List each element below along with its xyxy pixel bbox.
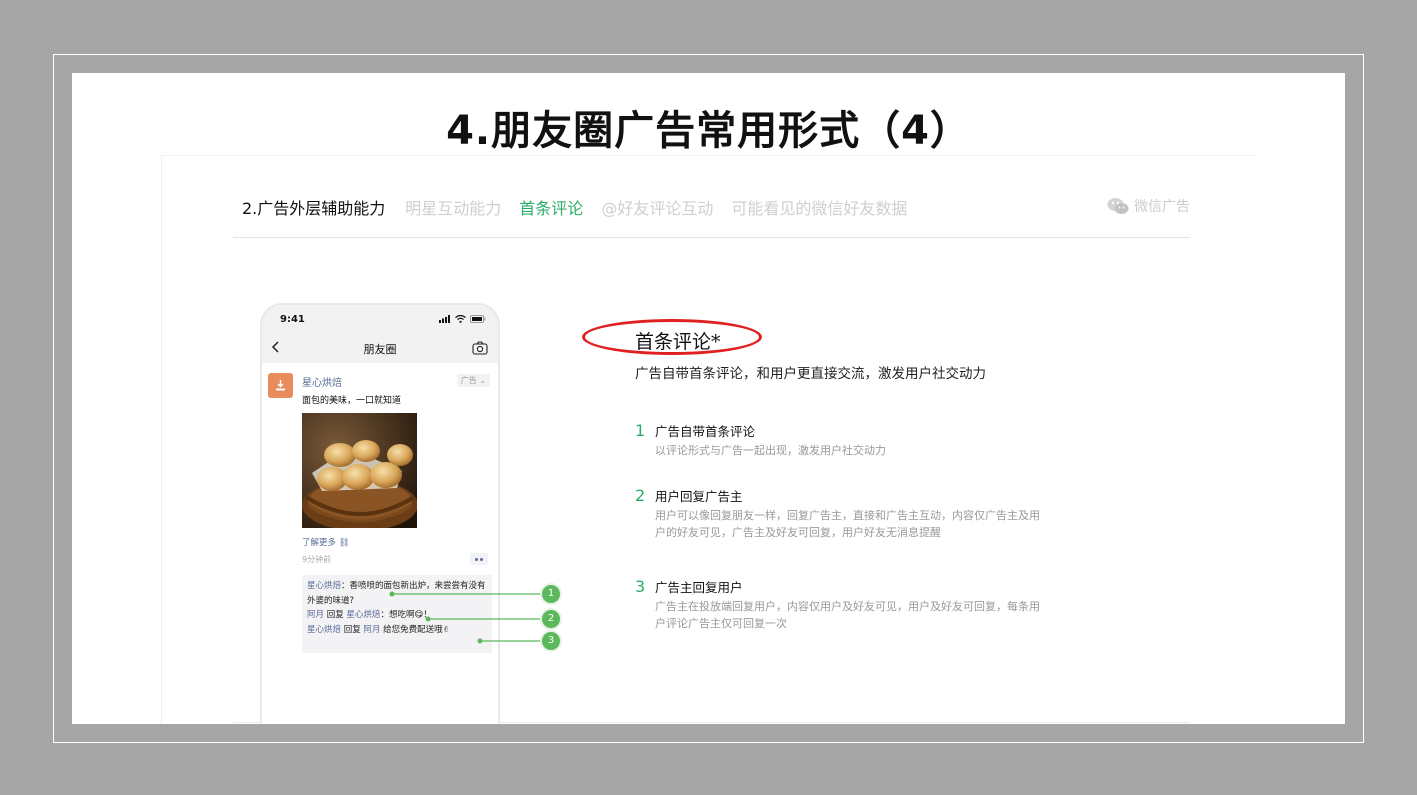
point-title: 广告自带首条评论 bbox=[655, 424, 756, 439]
signal-icon bbox=[439, 315, 450, 323]
tab-divider bbox=[233, 237, 1190, 238]
point-title: 用户回复广告主 bbox=[655, 489, 743, 504]
wifi-icon bbox=[455, 315, 466, 323]
tab-mention-friend-comment[interactable]: @好友评论互动 bbox=[601, 195, 713, 219]
slide-title: 4.朋友圈广告常用形式（4） bbox=[446, 108, 971, 154]
point-number: 2 bbox=[635, 486, 646, 505]
brand-label: 微信广告 bbox=[1134, 199, 1190, 215]
comment-2[interactable]: 阿月 回复 星心烘焙：想吃啊😋！ bbox=[307, 608, 487, 623]
comment-author[interactable]: 星心烘焙 bbox=[307, 581, 341, 591]
comment-1[interactable]: 星心烘焙：香喷喷的面包新出炉，来尝尝有没有外婆的味道? bbox=[307, 579, 487, 608]
tab-first-comment[interactable]: 首条评论 bbox=[519, 195, 583, 219]
callout-1: 1 bbox=[542, 585, 560, 603]
tab-friend-data[interactable]: 可能看见的微信好友数据 bbox=[731, 195, 907, 219]
reply-target[interactable]: 阿月 bbox=[363, 625, 380, 635]
tab-celebrity-interaction[interactable]: 明星互动能力 bbox=[405, 195, 501, 219]
link-icon: ⛓ bbox=[338, 538, 350, 548]
feature-heading: 首条评论* bbox=[582, 319, 766, 359]
wechat-logo-icon bbox=[1107, 198, 1129, 214]
point-description: 用户可以像回复朋友一样，回复广告主，直接和广告主互动，内容仅广告主及用户的好友可… bbox=[655, 509, 1040, 539]
content-panel: 2.广告外层辅助能力 明星互动能力 首条评论 @好友评论互动 可能看见的微信好友… bbox=[161, 155, 1258, 724]
bread-photo bbox=[302, 413, 417, 528]
comment-author[interactable]: 星心烘焙 bbox=[307, 625, 341, 635]
callout-2: 2 bbox=[542, 610, 560, 628]
avatar[interactable] bbox=[268, 373, 293, 398]
nav-title: 朋友圈 bbox=[363, 343, 397, 356]
nav-bar: 朋友圈 bbox=[262, 333, 498, 363]
moments-feed: 星心烘焙 广告 ⌄ 面包的美味，一口就知道 了解更多 ⛓ 9分钟前 星心烘焙：香… bbox=[262, 363, 498, 724]
point-number: 3 bbox=[635, 577, 646, 596]
reply-word: 回复 bbox=[324, 610, 347, 620]
ad-tag[interactable]: 广告 ⌄ bbox=[456, 374, 490, 387]
reply-target[interactable]: 星心烘焙 bbox=[346, 610, 380, 620]
wechat-ads-brand: 微信广告 bbox=[1107, 196, 1190, 216]
phone-mockup: 9:41 朋友圈 星心烘焙 广告 ⌄ 面包的美味，一口就知道 了解更多 ⛓ 9分… bbox=[260, 303, 500, 724]
tab-bar: 2.广告外层辅助能力 明星互动能力 首条评论 @好友评论互动 可能看见的微信好友… bbox=[242, 194, 925, 220]
callout-3: 3 bbox=[542, 632, 560, 650]
learn-more-label: 了解更多 bbox=[302, 538, 337, 548]
camera-icon[interactable] bbox=[472, 341, 488, 355]
status-icons bbox=[439, 315, 486, 323]
slide: 4.朋友圈广告常用形式（4） 2.广告外层辅助能力 明星互动能力 首条评论 @好… bbox=[72, 73, 1345, 724]
feature-title: 首条评论* bbox=[635, 331, 721, 353]
comment-text: ：想吃啊😋！ bbox=[380, 610, 432, 620]
comments-box: 星心烘焙：香喷喷的面包新出炉，来尝尝有没有外婆的味道? 阿月 回复 星心烘焙：想… bbox=[302, 575, 492, 653]
post-author[interactable]: 星心烘焙 bbox=[302, 374, 342, 389]
post-text: 面包的美味，一口就知道 bbox=[302, 396, 402, 406]
comment-text: 给您免费配送哦✌ bbox=[380, 624, 450, 635]
battery-icon bbox=[470, 315, 486, 323]
learn-more-link[interactable]: 了解更多 ⛓ bbox=[302, 536, 350, 548]
point-description: 以评论形式与广告一起出现，激发用户社交动力 bbox=[655, 444, 886, 457]
reply-word: 回复 bbox=[341, 624, 364, 635]
point-title: 广告主回复用户 bbox=[655, 580, 743, 595]
comment-3[interactable]: 星心烘焙 回复 阿月 给您免费配送哦✌ bbox=[307, 623, 487, 638]
point-number: 1 bbox=[635, 421, 646, 440]
point-description: 广告主在投放端回复用户，内容仅用户及好友可见，用户及好友可回复，每条用户评论广告… bbox=[655, 600, 1040, 630]
bread-basket-image[interactable] bbox=[302, 413, 417, 528]
ad-tag-label: 广告 bbox=[460, 376, 477, 385]
feature-subtitle: 广告自带首条评论，和用户更直接交流，激发用户社交动力 bbox=[635, 366, 986, 382]
more-options-button[interactable] bbox=[470, 553, 488, 565]
comment-author[interactable]: 阿月 bbox=[307, 610, 324, 620]
tab-ad-outer-layer[interactable]: 2.广告外层辅助能力 bbox=[242, 195, 385, 219]
post-time: 9分钟前 bbox=[302, 555, 332, 564]
status-time: 9:41 bbox=[280, 314, 305, 325]
download-icon bbox=[276, 380, 285, 391]
